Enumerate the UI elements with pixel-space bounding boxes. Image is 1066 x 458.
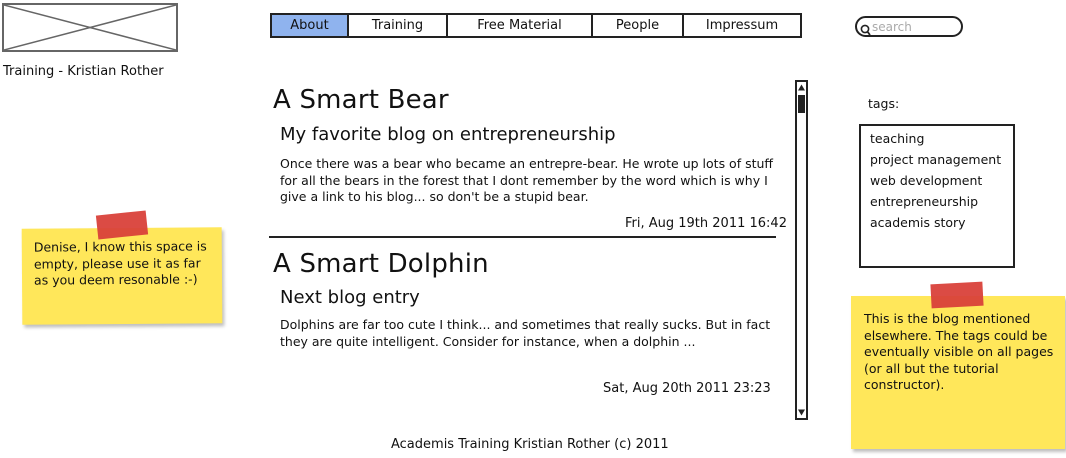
search-icon <box>860 21 871 40</box>
tag-item[interactable]: academis story <box>870 212 1013 233</box>
arrow-down-icon[interactable] <box>797 407 806 418</box>
tab-people[interactable]: People <box>593 15 684 36</box>
arrow-up-icon[interactable] <box>797 82 806 93</box>
post-subtitle: Next blog entry <box>280 287 420 308</box>
tab-free-material[interactable]: Free Material <box>448 15 593 36</box>
post-title[interactable]: A Smart Bear <box>273 85 449 115</box>
tab-impressum[interactable]: Impressum <box>684 15 800 36</box>
tag-item[interactable]: web development <box>870 170 1013 191</box>
tag-item[interactable]: entrepreneurship <box>870 191 1013 212</box>
post-body: Once there was a bear who became an entr… <box>280 156 774 204</box>
post-date: Fri, Aug 19th 2011 16:42 <box>625 216 787 231</box>
tab-about[interactable]: About <box>272 15 349 36</box>
search-input[interactable] <box>872 19 958 34</box>
footer-text: Academis Training Kristian Rother (c) 20… <box>391 437 669 452</box>
post-date: Sat, Aug 20th 2011 23:23 <box>603 381 771 396</box>
tag-item[interactable]: teaching <box>870 128 1013 149</box>
tags-list: teaching project management web developm… <box>859 124 1015 268</box>
logo-placeholder-icon[interactable] <box>2 3 178 52</box>
tab-training[interactable]: Training <box>349 15 448 36</box>
site-title: Training - Kristian Rother <box>3 64 164 79</box>
post-subtitle: My favorite blog on entrepreneurship <box>280 124 616 145</box>
tag-item[interactable]: project management <box>870 149 1013 170</box>
scroll-thumb[interactable] <box>798 95 805 113</box>
sticky-note-right: This is the blog mentioned elsewhere. Th… <box>851 296 1065 449</box>
main-nav: About Training Free Material People Impr… <box>270 13 802 38</box>
post-body: Dolphins are far too cute I think... and… <box>280 317 771 349</box>
tape-icon <box>930 281 984 309</box>
sticky-note-left: Denise, I know this space is empty, plea… <box>21 227 223 325</box>
tags-label: tags: <box>868 96 900 111</box>
content-scrollbar[interactable] <box>795 80 808 420</box>
post-divider <box>269 236 776 238</box>
post-title[interactable]: A Smart Dolphin <box>273 249 489 279</box>
search-box <box>855 16 963 37</box>
